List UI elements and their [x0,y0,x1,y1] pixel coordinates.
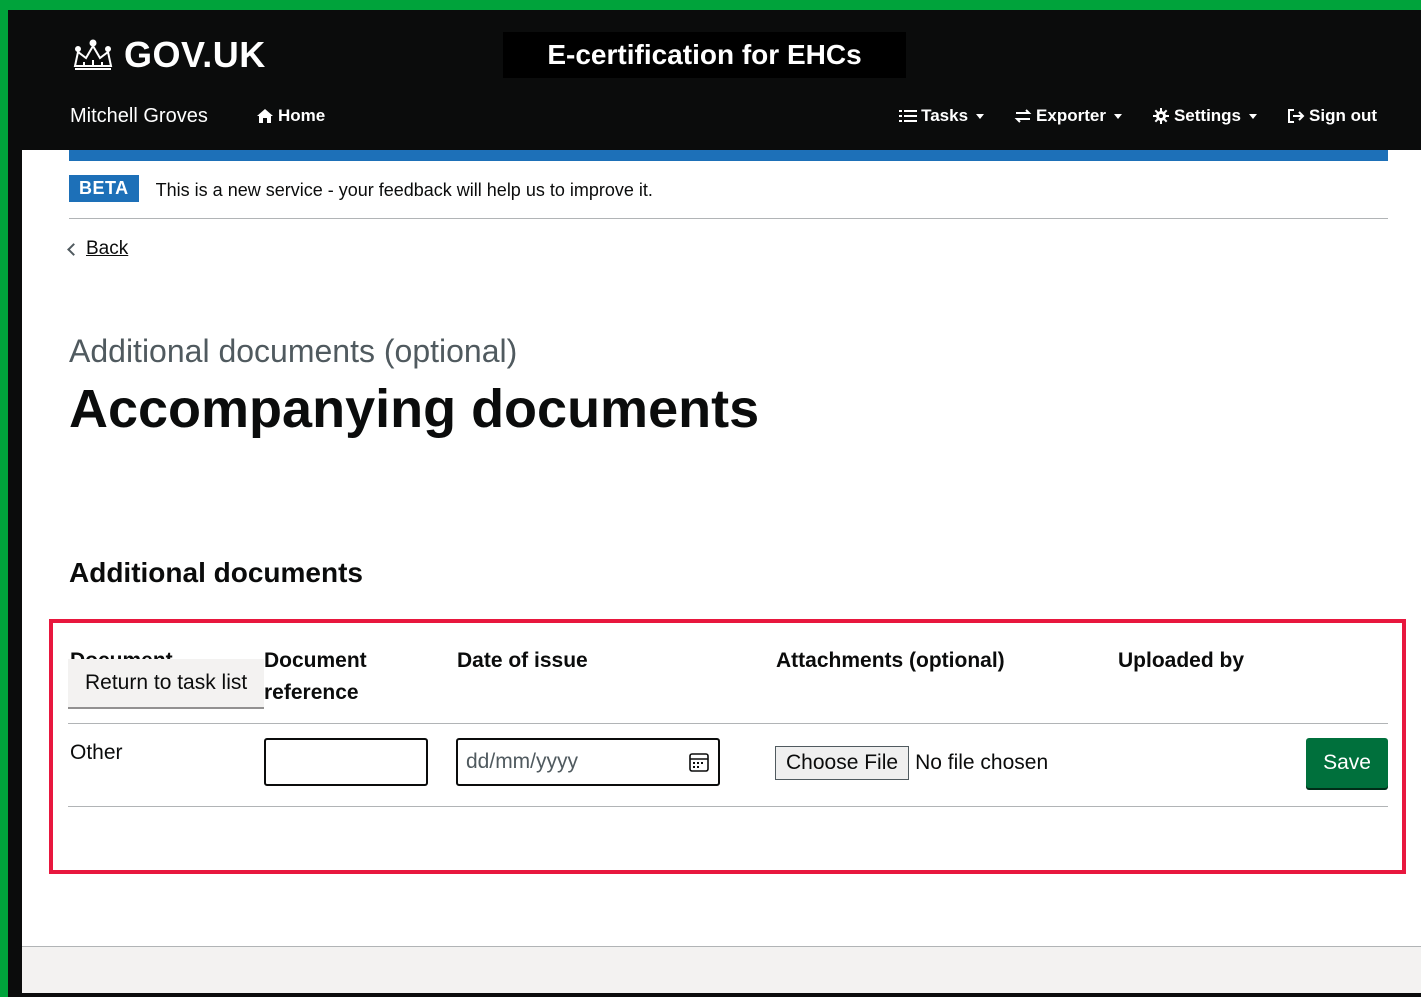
nav-exporter[interactable]: Exporter [1014,106,1122,126]
chevron-down-icon [1113,113,1122,119]
home-icon [257,109,273,123]
nav-settings[interactable]: Settings [1152,106,1258,126]
table-header: Document type Document reference Date of… [68,645,1388,724]
col-document-reference: Document reference [264,649,367,704]
exchange-icon [1014,109,1032,123]
chevron-down-icon [976,113,985,119]
table-row: Other dd/mm/yyyy Choose File No file cho… [68,724,1388,807]
calendar-icon[interactable] [688,751,710,773]
nav-sign-out[interactable]: Sign out [1287,106,1377,126]
col-date-of-issue: Date of issue [457,649,588,672]
choose-file-button[interactable]: Choose File [775,746,910,780]
back-link[interactable]: Back [86,238,128,260]
beta-tag: BETA [69,175,139,202]
date-placeholder: dd/mm/yyyy [466,750,579,773]
site-header: GOV.UK E-certification for EHCs Mitchell… [8,10,1421,150]
col-attachments: Attachments (optional) [776,649,1005,672]
crown-icon [73,39,113,70]
header-blue-bar [69,150,1388,161]
document-type-value: Other [70,741,123,764]
save-button[interactable]: Save [1306,738,1388,788]
service-title[interactable]: E-certification for EHCs [503,32,906,78]
chevron-left-icon [67,242,80,256]
document-reference-input[interactable] [264,738,428,786]
phase-banner: BETA This is a new service - your feedba… [69,175,1388,219]
nav-settings-label: Settings [1173,106,1242,125]
chevron-down-icon [1249,113,1258,119]
nav-sign-out-label: Sign out [1309,106,1377,125]
attachment-file-input: Choose File No file chosen [775,746,1048,780]
nav-tasks[interactable]: Tasks [899,106,985,126]
header-nav: Tasks Exporter Settings Sign out [899,106,1377,126]
date-of-issue-input[interactable]: dd/mm/yyyy [456,738,720,786]
beta-text: This is a new service - your feedback wi… [155,180,653,200]
logo-text: GOV.UK [124,34,266,75]
page-footer [22,946,1421,993]
section-title: Additional documents [69,557,363,588]
user-name: Mitchell Groves [70,105,208,127]
govuk-logo[interactable]: GOV.UK [70,34,266,76]
sign-out-icon [1288,109,1305,123]
nav-exporter-label: Exporter [1036,106,1106,125]
back-link-container: Back [67,238,128,260]
gear-icon [1152,108,1169,124]
home-link[interactable]: Home [256,106,325,126]
nav-tasks-label: Tasks [921,106,969,125]
page-caption: Additional documents (optional) [69,333,518,369]
file-status: No file chosen [915,751,1049,774]
page-title: Accompanying documents [69,379,760,439]
col-uploaded-by: Uploaded by [1118,649,1245,672]
list-icon [899,110,918,122]
documents-table: Document type Document reference Date of… [68,645,1388,807]
return-to-task-list-button[interactable]: Return to task list [68,659,265,707]
home-label: Home [278,106,326,125]
